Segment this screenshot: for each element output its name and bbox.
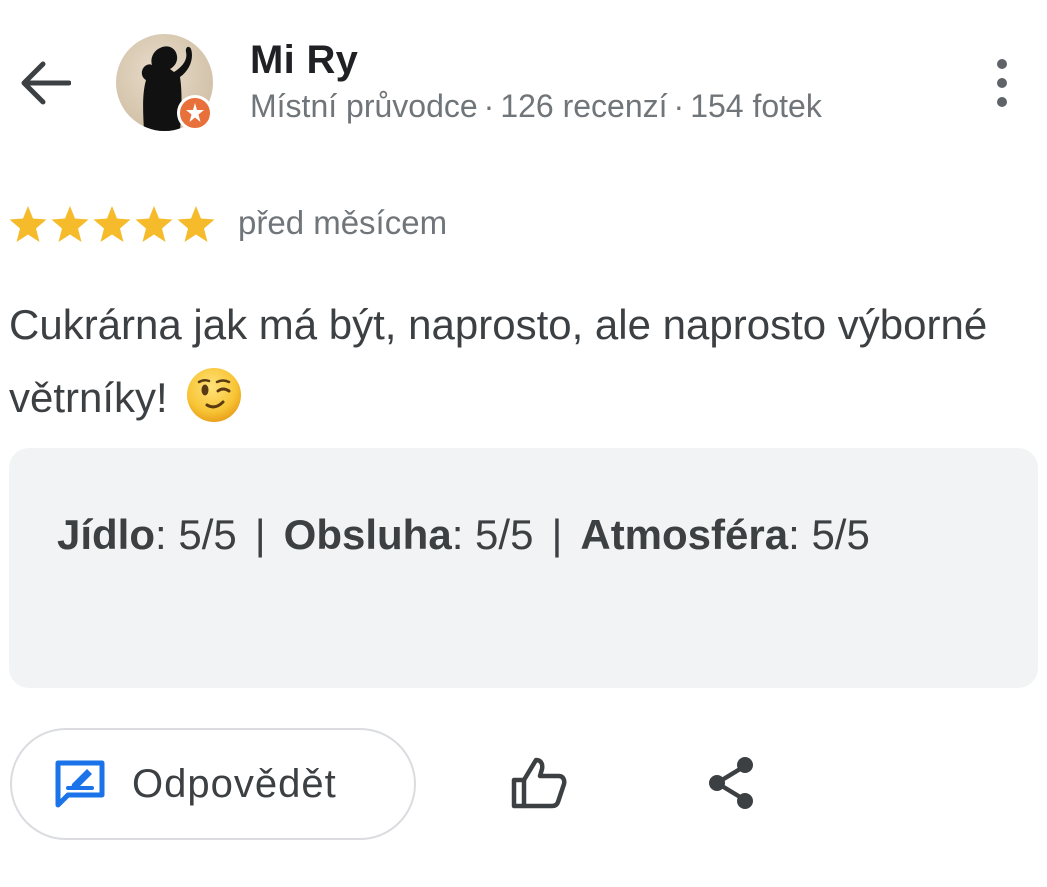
- thumb-up-icon: [511, 757, 567, 809]
- review-text-content: Cukrárna jak má být, naprosto, ale napro…: [9, 301, 988, 421]
- star-rating: [8, 202, 216, 246]
- star-badge-icon: [186, 103, 204, 122]
- photos-count: 154 fotek: [690, 88, 822, 124]
- winking-face-emoji: [187, 368, 242, 422]
- like-button[interactable]: [494, 738, 584, 828]
- colon: :: [788, 511, 800, 558]
- local-guide-badge: [177, 95, 213, 131]
- review-detail-page: Mi Ry Místní průvodce · 126 recenzí · 154 fo…: [0, 0, 1047, 887]
- atmosphere-value: 5/5: [811, 511, 870, 558]
- reviews-count: 126 recenzí: [500, 88, 668, 124]
- atmosphere-label: Atmosféra: [580, 511, 789, 558]
- reply-button[interactable]: Odpovědět: [10, 728, 416, 840]
- star-icon: [135, 206, 173, 242]
- colon: :: [451, 511, 464, 558]
- more-vertical-icon: [997, 59, 1007, 69]
- category-ratings: Jídlo: 5/5 | Obsluha: 5/5 | Atmosféra: 5/5: [9, 448, 1038, 688]
- service-label: Obsluha: [283, 511, 452, 558]
- share-button[interactable]: [686, 738, 776, 828]
- more-dot: [997, 78, 1007, 88]
- star-icon: [51, 206, 89, 242]
- colon: :: [155, 511, 167, 558]
- share-icon: [709, 757, 753, 809]
- star-icon: [9, 206, 47, 242]
- author-meta: Místní průvodce · 126 recenzí · 154 fotek: [250, 88, 822, 125]
- more-dot: [997, 97, 1007, 107]
- author-name[interactable]: Mi Ry: [250, 38, 358, 83]
- author-role: Místní průvodce: [250, 88, 478, 124]
- star-icon: [177, 206, 215, 242]
- meta-separator: ·: [483, 88, 495, 124]
- ratings-separator: |: [551, 511, 563, 558]
- service-value: 5/5: [475, 511, 534, 558]
- ratings-separator: |: [254, 511, 266, 558]
- meta-separator: ·: [673, 88, 685, 124]
- reply-edit-icon: [55, 760, 105, 808]
- reply-label: Odpovědět: [132, 761, 337, 806]
- arrow-left-icon: [21, 61, 71, 105]
- more-options-button[interactable]: [980, 52, 1024, 114]
- food-value: 5/5: [178, 511, 237, 558]
- review-time: před měsícem: [238, 204, 448, 241]
- back-button[interactable]: [14, 52, 76, 114]
- review-text: Cukrárna jak má být, naprosto, ale napro…: [9, 288, 1009, 434]
- food-label: Jídlo: [57, 511, 156, 558]
- star-icon: [93, 206, 131, 242]
- avatar[interactable]: [116, 34, 213, 131]
